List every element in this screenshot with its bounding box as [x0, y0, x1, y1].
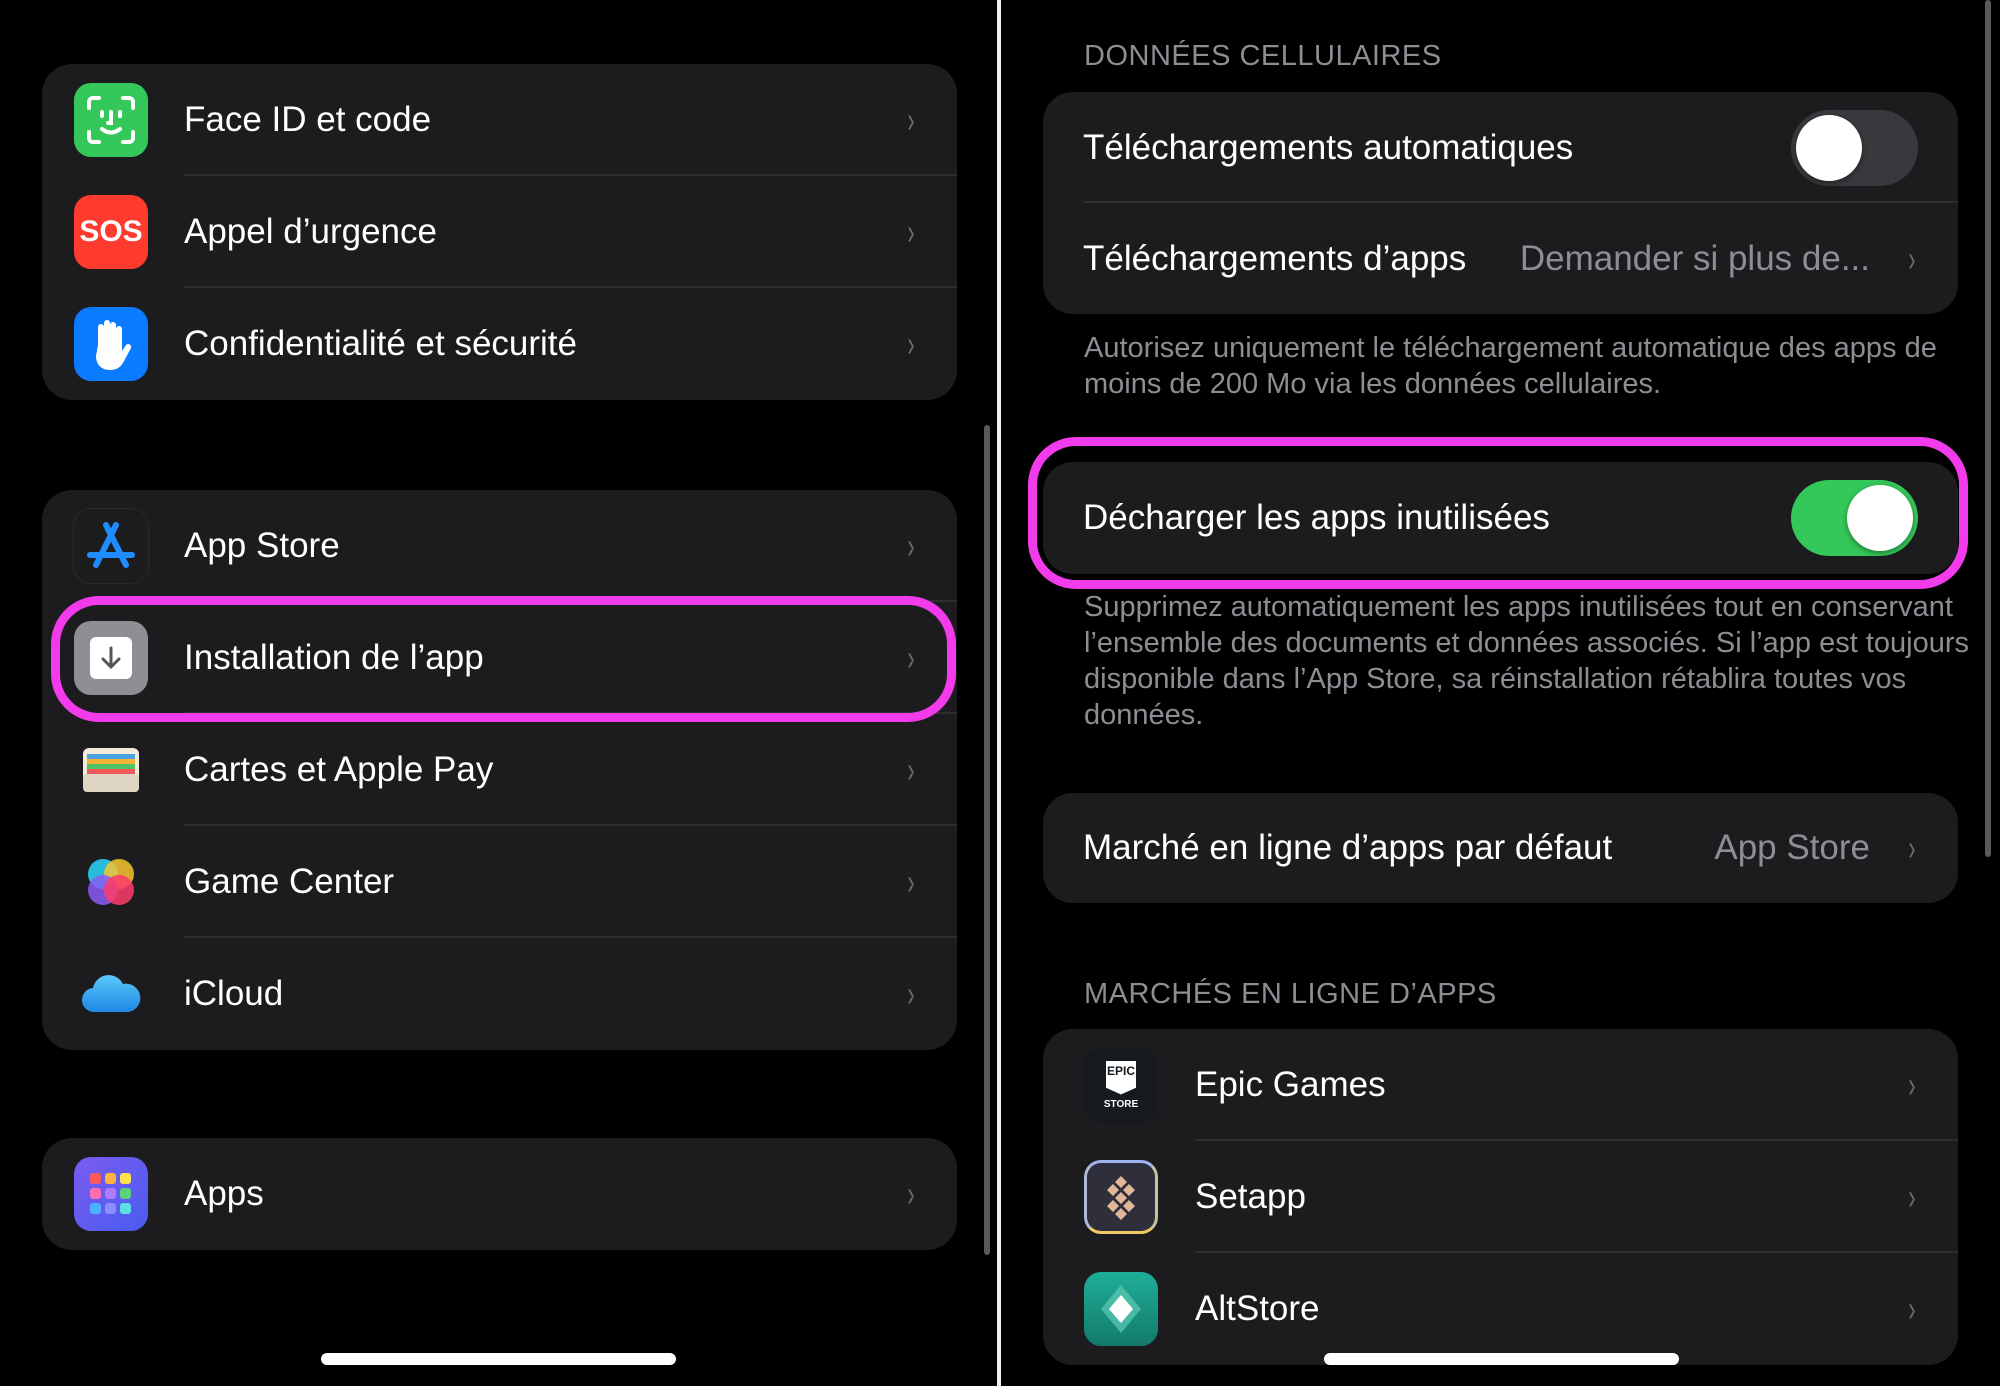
icloud-icon	[74, 957, 148, 1031]
highlight-outline-offload	[1028, 437, 1968, 589]
row-game-center[interactable]: Game Center ›	[42, 826, 957, 938]
row-value: Demander si plus de...	[1519, 238, 1870, 278]
home-indicator-left	[321, 1353, 676, 1365]
row-label: Cartes et Apple Pay	[184, 750, 494, 789]
chevron-right-icon: ›	[907, 525, 915, 566]
settings-group-security: Face ID et code › SOS Appel d’urgence › …	[42, 64, 957, 400]
auto-downloads-toggle[interactable]	[1791, 110, 1918, 186]
row-label: Appel d’urgence	[184, 212, 437, 251]
row-auto-downloads: Téléchargements automatiques	[1043, 92, 1958, 203]
chevron-right-icon: ›	[1908, 827, 1916, 868]
settings-group-cellular: Téléchargements automatiques Téléchargem…	[1043, 92, 1958, 314]
row-icloud[interactable]: iCloud ›	[42, 938, 957, 1050]
epic-games-icon: EPIC STORE	[1084, 1048, 1158, 1122]
row-label: Téléchargements automatiques	[1083, 127, 1574, 167]
row-label: Téléchargements d’apps	[1083, 238, 1467, 278]
app-store-icon	[74, 509, 148, 583]
chevron-right-icon: ›	[1908, 1288, 1916, 1329]
row-apps[interactable]: Apps ›	[42, 1138, 957, 1250]
row-label: Apps	[184, 1174, 264, 1213]
row-default-market[interactable]: Marché en ligne d’apps par défaut App St…	[1043, 793, 1958, 903]
right-scrollbar[interactable]	[1985, 0, 1991, 857]
panel-divider	[997, 0, 1001, 1386]
epic-logo-subtext: STORE	[1103, 1098, 1139, 1110]
chevron-right-icon: ›	[907, 973, 915, 1014]
chevron-right-icon: ›	[1908, 237, 1916, 279]
row-label: Epic Games	[1195, 1065, 1386, 1104]
apps-grid-icon	[74, 1157, 148, 1231]
sos-icon: SOS	[74, 195, 148, 269]
settings-group-default-market: Marché en ligne d’apps par défaut App St…	[1043, 793, 1958, 903]
epic-logo-text: EPIC	[1106, 1063, 1135, 1078]
chevron-right-icon: ›	[907, 323, 915, 364]
chevron-right-icon: ›	[907, 861, 915, 902]
row-epic-games[interactable]: EPIC STORE Epic Games ›	[1043, 1029, 1958, 1141]
chevron-right-icon: ›	[907, 749, 915, 790]
cellular-footer-text: Autorisez uniquement le téléchargement a…	[1084, 332, 1937, 400]
row-label: Setapp	[1195, 1177, 1306, 1216]
row-label: App Store	[184, 526, 340, 565]
row-label: Face ID et code	[184, 100, 432, 139]
row-label: Game Center	[184, 862, 395, 901]
altstore-icon	[1084, 1272, 1158, 1346]
highlight-outline-app-installation	[51, 596, 956, 722]
row-wallet[interactable]: Cartes et Apple Pay ›	[42, 714, 957, 826]
chevron-right-icon: ›	[1908, 1064, 1916, 1105]
settings-group-markets: EPIC STORE Epic Games › Setapp › AltStor…	[1043, 1029, 1958, 1365]
chevron-right-icon: ›	[907, 211, 915, 252]
settings-group-apps: Apps ›	[42, 1138, 957, 1250]
row-label: Confidentialité et sécurité	[184, 324, 577, 363]
row-privacy-security[interactable]: Confidentialité et sécurité ›	[42, 288, 957, 400]
hand-icon	[74, 307, 148, 381]
section-header-cellular: DONNÉES CELLULAIRES	[1084, 40, 1442, 72]
game-center-icon	[74, 845, 148, 919]
chevron-right-icon: ›	[907, 1173, 915, 1214]
toggle-knob	[1796, 115, 1862, 181]
left-scrollbar[interactable]	[984, 425, 990, 1255]
row-label: AltStore	[1195, 1289, 1320, 1328]
row-app-store[interactable]: App Store ›	[42, 490, 957, 602]
row-app-downloads[interactable]: Téléchargements d’apps Demander si plus …	[1043, 203, 1958, 314]
sos-icon-text: SOS	[79, 215, 143, 248]
row-face-id[interactable]: Face ID et code ›	[42, 64, 957, 176]
row-altstore[interactable]: AltStore ›	[1043, 1253, 1958, 1365]
chevron-right-icon: ›	[907, 99, 915, 140]
row-label: Marché en ligne d’apps par défaut	[1083, 828, 1613, 867]
section-header-markets: MARCHÉS EN LIGNE D’APPS	[1084, 978, 1497, 1010]
face-id-icon	[74, 83, 148, 157]
setapp-icon	[1084, 1160, 1158, 1234]
row-setapp[interactable]: Setapp ›	[1043, 1141, 1958, 1253]
wallet-icon	[74, 733, 148, 807]
chevron-right-icon: ›	[1908, 1176, 1916, 1217]
offload-footer-text: Supprimez automatiquement les apps inuti…	[1084, 591, 1970, 731]
row-emergency-sos[interactable]: SOS Appel d’urgence ›	[42, 176, 957, 288]
row-label: iCloud	[184, 974, 284, 1013]
row-value: App Store	[1714, 828, 1870, 867]
home-indicator-right	[1324, 1353, 1679, 1365]
settings-group-apps-services: App Store › Installation de l’app › Cart…	[42, 490, 957, 1050]
